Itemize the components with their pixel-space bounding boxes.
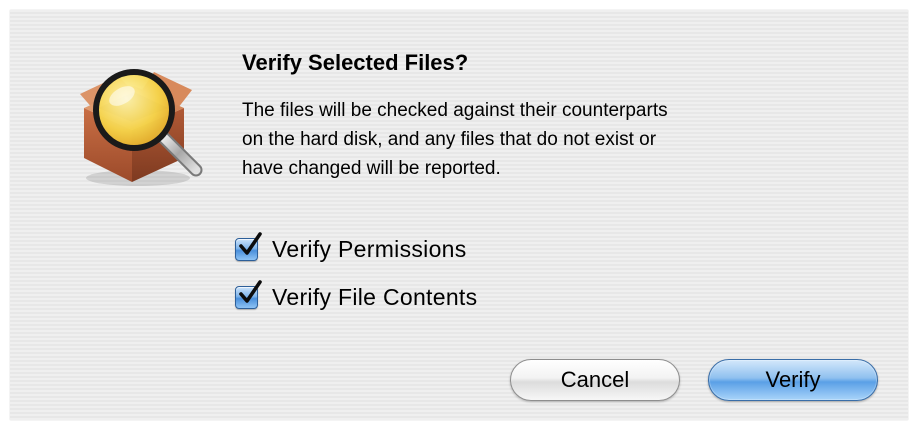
verify-button[interactable]: Verify — [708, 359, 878, 401]
verify-file-contents-label[interactable]: Verify File Contents — [272, 284, 477, 311]
verify-file-contents-checkbox[interactable] — [235, 279, 262, 309]
message-line: The files will be checked against their … — [242, 100, 668, 121]
checkmark-icon — [239, 231, 262, 255]
verify-permissions-label[interactable]: Verify Permissions — [272, 236, 467, 263]
message-line: have changed will be reported. — [242, 158, 501, 179]
cancel-button[interactable]: Cancel — [510, 359, 680, 401]
verify-permissions-option[interactable]: Verify Permissions — [235, 231, 467, 265]
checkmark-icon — [239, 279, 262, 303]
verify-file-contents-option[interactable]: Verify File Contents — [235, 279, 477, 313]
dialog-title: Verify Selected Files? — [242, 50, 469, 75]
package-magnifier-icon — [58, 42, 208, 192]
verify-dialog: Verify Selected Files? The files will be… — [10, 10, 908, 420]
verify-permissions-checkbox[interactable] — [235, 231, 262, 261]
message-line: on the hard disk, and any files that do … — [242, 129, 657, 150]
dialog-message: The files will be checked against their … — [242, 96, 862, 183]
